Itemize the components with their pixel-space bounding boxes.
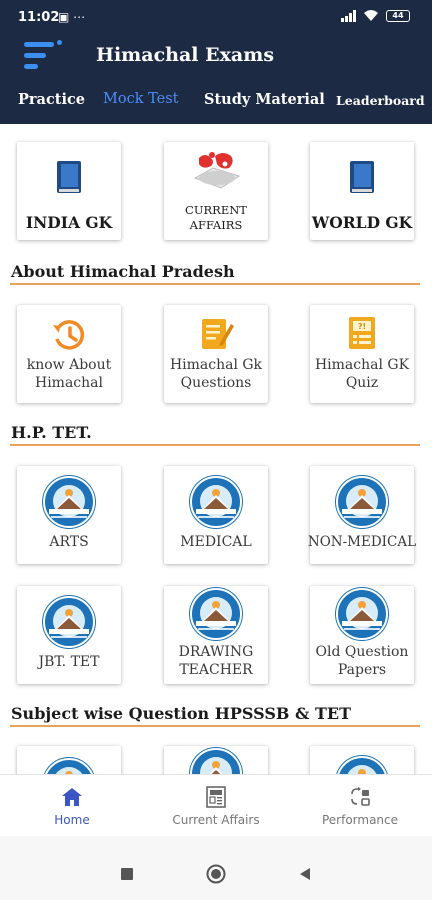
card-label-line1: know About <box>26 357 112 373</box>
card-himachal-gk-questions[interactable]: Himachal Gk Questions <box>164 305 268 403</box>
card-label-line1: Himachal GK <box>314 357 410 373</box>
hp-emblem-icon <box>43 596 95 648</box>
card-label-line1: CURRENT <box>185 203 247 217</box>
card-label-line2: TEACHER <box>179 662 253 678</box>
card-label: JBT. TET <box>38 654 100 670</box>
back-icon[interactable] <box>298 867 312 881</box>
card-label-line2: Questions <box>180 375 252 391</box>
card-medical[interactable]: MEDICAL <box>164 466 268 564</box>
home-icon <box>62 788 82 806</box>
nav-label: Current Affairs <box>172 813 260 827</box>
card-old-question-papers[interactable]: Old Question Papers <box>310 586 414 684</box>
svg-text:?!: ?! <box>358 322 366 331</box>
card-label-line2: Papers <box>337 662 387 678</box>
hp-emblem-icon <box>336 588 388 640</box>
card-india-gk[interactable]: INDIA GK <box>17 142 121 240</box>
quiz-icon: ?! <box>310 315 414 351</box>
card-label-line2: Himachal <box>35 375 103 391</box>
hp-emblem-icon <box>43 476 95 528</box>
status-right-icons: 44 <box>341 9 410 22</box>
battery-icon: 44 <box>386 9 410 22</box>
section-title-about-himachal: About Himachal Pradesh <box>11 262 235 281</box>
card-subject-partial[interactable] <box>164 746 268 774</box>
top-tabs: Practice Mock Test Study Material Leader… <box>0 86 432 118</box>
nav-home[interactable]: Home <box>0 775 144 837</box>
home-circle-icon[interactable] <box>206 864 226 884</box>
newspaper-icon <box>206 786 226 808</box>
card-current-affairs[interactable]: CURRENT AFFAIRS <box>164 142 268 240</box>
tab-mock-test[interactable]: Mock Test <box>103 91 179 107</box>
hp-emblem-icon <box>43 758 95 774</box>
nav-label: Home <box>54 813 90 827</box>
history-icon <box>17 317 121 353</box>
bottom-navigation: Home Current Affairs Performance <box>0 774 432 836</box>
card-label-line1: DRAWING <box>178 644 254 660</box>
card-himachal-gk-quiz[interactable]: ?! Himachal GK Quiz <box>310 305 414 403</box>
app-header: 11:02 ▣ ⋯ 44 Himachal Exams Practice Moc… <box>0 0 432 124</box>
app-title: Himachal Exams <box>96 44 275 66</box>
card-arts[interactable]: ARTS <box>17 466 121 564</box>
status-notification-icons: ▣ ⋯ <box>58 10 86 24</box>
card-drawing-teacher[interactable]: DRAWING TEACHER <box>164 586 268 684</box>
hp-emblem-icon <box>190 476 242 528</box>
section-divider <box>10 444 420 446</box>
card-label: NON-MEDICAL <box>307 534 417 550</box>
nav-label: Performance <box>321 813 399 827</box>
signal-icon <box>341 9 356 22</box>
recents-icon[interactable] <box>120 867 134 881</box>
tab-practice[interactable]: Practice <box>18 91 85 108</box>
status-bar: 11:02 ▣ ⋯ 44 <box>0 0 432 36</box>
hp-emblem-icon <box>336 476 388 528</box>
section-divider <box>10 725 420 727</box>
card-subject-partial[interactable] <box>17 746 121 774</box>
card-non-medical[interactable]: NON-MEDICAL <box>308 466 416 564</box>
card-label-line1: Himachal Gk <box>169 357 263 373</box>
section-divider <box>10 283 420 285</box>
hp-emblem-icon <box>190 588 242 640</box>
section-title-hp-tet: H.P. TET. <box>11 423 92 442</box>
section-title-subject-wise: Subject wise Question HPSSSB & TET <box>11 704 351 723</box>
performance-icon <box>351 787 370 806</box>
card-label: WORLD GK <box>311 213 413 232</box>
card-jbt-tet[interactable]: JBT. TET <box>17 586 121 684</box>
wifi-icon <box>363 9 379 22</box>
card-label-line2: Quiz <box>345 375 379 391</box>
card-label: ARTS <box>49 534 89 550</box>
nav-performance[interactable]: Performance <box>288 775 432 837</box>
card-world-gk[interactable]: WORLD GK <box>310 142 414 240</box>
book-icon <box>310 160 414 194</box>
tab-study-material[interactable]: Study Material <box>204 91 325 108</box>
card-label: INDIA GK <box>25 213 113 232</box>
hp-emblem-icon <box>336 756 388 774</box>
card-know-about-himachal[interactable]: know About Himachal <box>17 305 121 403</box>
main-content: INDIA GK CURRENT AFFAIRS WORLD GK About … <box>0 124 432 774</box>
status-time: 11:02 <box>18 10 60 25</box>
system-navigation-bar <box>0 836 432 900</box>
card-label-line1: Old Question <box>315 644 409 660</box>
notepad-icon <box>164 315 268 351</box>
book-icon <box>17 160 121 194</box>
card-label: MEDICAL <box>180 534 252 550</box>
card-subject-partial[interactable] <box>310 746 414 774</box>
hp-emblem-icon <box>190 748 242 774</box>
card-label-line2: AFFAIRS <box>189 218 243 232</box>
nav-current-affairs[interactable]: Current Affairs <box>144 775 288 837</box>
tab-leaderboard[interactable]: Leaderboard <box>336 93 425 108</box>
menu-icon[interactable] <box>24 40 64 72</box>
world-map-icon <box>164 148 268 194</box>
